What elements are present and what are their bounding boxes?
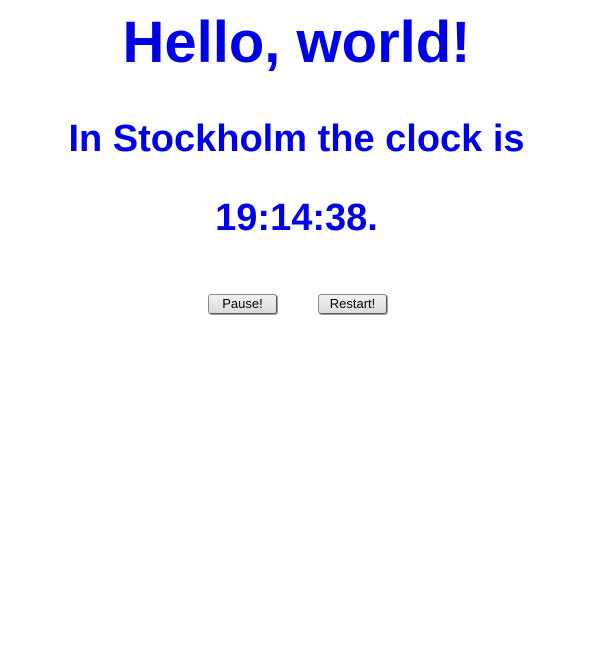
clock-time: 19:14:38.	[215, 197, 378, 239]
page-heading: Hello, world!	[122, 10, 471, 75]
pause-button[interactable]: Pause!	[208, 294, 277, 314]
restart-button[interactable]: Restart!	[318, 294, 387, 314]
location-subheading: In Stockholm the clock is	[68, 118, 525, 160]
